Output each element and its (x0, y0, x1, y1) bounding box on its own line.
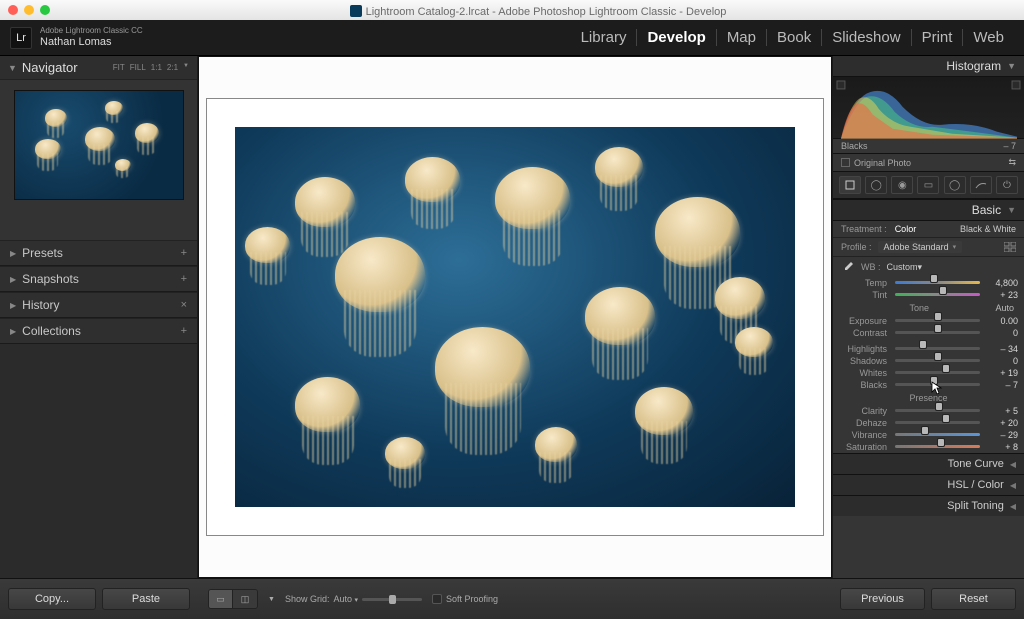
split-toning-section[interactable]: Split Toning◀ (833, 495, 1024, 516)
grid-controls: Show Grid: Auto ▾ (285, 594, 422, 604)
navigator-zoom-options: FIT FILL 1:1 2:1 ▼ (113, 63, 189, 72)
module-develop[interactable]: Develop (637, 29, 716, 46)
presets-section[interactable]: ▶Presets+ (0, 240, 197, 266)
redeye-tool[interactable]: ◉ (891, 176, 913, 194)
clarity-slider[interactable] (895, 405, 980, 416)
app-header: Lr Adobe Lightroom Classic CC Nathan Lom… (0, 20, 1024, 56)
navigator-header[interactable]: ▼ Navigator FIT FILL 1:1 2:1 ▼ (0, 56, 197, 80)
brush-tool[interactable] (970, 176, 992, 194)
chevron-left-icon: ◀ (1010, 502, 1016, 511)
treatment-color[interactable]: Color (895, 224, 917, 234)
swap-icon[interactable]: ⇆ (1008, 157, 1016, 168)
tint-slider[interactable] (895, 289, 980, 300)
radial-filter-tool[interactable]: ◯ (944, 176, 966, 194)
histogram[interactable] (833, 77, 1024, 139)
chevron-left-icon: ◀ (1010, 481, 1016, 490)
spot-removal-tool[interactable]: ◯ (865, 176, 887, 194)
tone-subhead: ToneAuto (833, 301, 1024, 315)
panel-switch[interactable]: ⏻ (996, 176, 1018, 194)
soft-proofing-toggle[interactable]: Soft Proofing (432, 594, 498, 604)
before-after-view-button[interactable]: ◫ (233, 590, 257, 608)
basic-panel-header[interactable]: Basic▼ (833, 199, 1024, 221)
module-map[interactable]: Map (717, 29, 767, 46)
zoom-2to1[interactable]: 2:1 (167, 63, 178, 72)
chevron-down-icon[interactable]: ▼ (183, 63, 189, 72)
blacks-slider[interactable] (895, 379, 980, 390)
close-window-button[interactable] (8, 5, 18, 15)
minimize-window-button[interactable] (24, 5, 34, 15)
zoom-1to1[interactable]: 1:1 (151, 63, 162, 72)
lightroom-logo: Lr (10, 27, 32, 49)
photo-preview[interactable] (235, 127, 795, 507)
module-picker: Library Develop Map Book Slideshow Print… (571, 29, 1014, 46)
profile-row: Profile : Adobe Standard▾ (833, 238, 1024, 257)
dehaze-slider[interactable] (895, 417, 980, 428)
shadows-slider[interactable] (895, 355, 980, 366)
clear-history-button[interactable]: × (181, 299, 187, 311)
auto-tone-button[interactable]: Auto (995, 303, 1014, 313)
original-photo-row[interactable]: Original Photo ⇆ (833, 154, 1024, 172)
mac-titlebar: Lightroom Catalog-2.lrcat - Adobe Photos… (0, 0, 1024, 20)
history-section[interactable]: ▶History× (0, 292, 197, 318)
zoom-fill[interactable]: FILL (130, 63, 146, 72)
eyedropper-icon[interactable] (841, 260, 855, 274)
before-after-icon (841, 158, 850, 167)
add-preset-button[interactable]: + (181, 247, 187, 259)
histogram-header[interactable]: Histogram▼ (833, 56, 1024, 77)
wb-dropdown[interactable]: Custom▾ (887, 262, 923, 273)
view-mode-toggle: ▭ ◫ (208, 589, 258, 609)
profile-dropdown[interactable]: Adobe Standard▾ (878, 241, 963, 253)
graduated-filter-tool[interactable]: ▭ (917, 176, 939, 194)
treatment-bw[interactable]: Black & White (960, 224, 1016, 234)
temp-slider-row: Temp 4,800 (833, 277, 1024, 289)
white-balance-row: WB : Custom▾ (833, 257, 1024, 277)
paste-button[interactable]: Paste (102, 588, 190, 610)
histogram-readout: Blacks– 7 (833, 139, 1024, 154)
reset-button[interactable]: Reset (931, 588, 1016, 610)
module-slideshow[interactable]: Slideshow (822, 29, 911, 46)
navigator-thumbnail[interactable] (14, 90, 184, 200)
canvas[interactable] (198, 56, 832, 578)
tool-strip: ◯ ◉ ▭ ◯ ⏻ (833, 172, 1024, 199)
grid-opacity-slider[interactable] (362, 598, 422, 601)
module-print[interactable]: Print (912, 29, 964, 46)
loupe-view-button[interactable]: ▭ (209, 590, 233, 608)
treatment-row: Treatment : Color Black & White (833, 221, 1024, 238)
checkbox-icon (432, 594, 442, 604)
navigator-title: Navigator (22, 60, 78, 75)
maximize-window-button[interactable] (40, 5, 50, 15)
contrast-slider[interactable] (895, 327, 980, 338)
profile-browser-icon[interactable] (1004, 242, 1016, 252)
tint-slider-row: Tint + 23 (833, 289, 1024, 301)
identity-plate: Adobe Lightroom Classic CC Nathan Lomas (40, 27, 143, 48)
collections-section[interactable]: ▶Collections+ (0, 318, 197, 344)
photo-mat (207, 99, 823, 535)
snapshots-section[interactable]: ▶Snapshots+ (0, 266, 197, 292)
copy-button[interactable]: Copy... (8, 588, 96, 610)
hsl-color-section[interactable]: HSL / Color◀ (833, 474, 1024, 495)
chevron-down-icon: ▼ (8, 63, 17, 73)
add-collection-button[interactable]: + (181, 325, 187, 337)
chevron-down-icon[interactable]: ▼ (268, 596, 275, 603)
tone-curve-section[interactable]: Tone Curve◀ (833, 453, 1024, 474)
crop-tool[interactable] (839, 176, 861, 194)
module-library[interactable]: Library (571, 29, 638, 46)
chevron-left-icon: ◀ (1010, 460, 1016, 469)
right-panel: Histogram▼ Blacks– 7 Original Photo ⇆ ◯ … (832, 56, 1024, 578)
window-title: Lightroom Catalog-2.lrcat - Adobe Photos… (60, 3, 1016, 18)
grid-mode-dropdown[interactable]: Auto ▾ (333, 594, 358, 604)
chevron-down-icon: ▼ (1007, 61, 1016, 71)
chevron-down-icon: ▼ (1007, 205, 1016, 215)
saturation-slider[interactable] (895, 441, 980, 452)
left-panel: ▼ Navigator FIT FILL 1:1 2:1 ▼ ▶Presets+… (0, 56, 198, 578)
temp-slider[interactable] (895, 277, 980, 288)
module-book[interactable]: Book (767, 29, 822, 46)
module-web[interactable]: Web (963, 29, 1014, 46)
zoom-fit[interactable]: FIT (113, 63, 125, 72)
add-snapshot-button[interactable]: + (181, 273, 187, 285)
window-controls (8, 5, 50, 15)
bottom-toolbar: Copy... Paste ▭ ◫ ▼ Show Grid: Auto ▾ So… (0, 578, 1024, 619)
previous-button[interactable]: Previous (840, 588, 925, 610)
presence-subhead: Presence (833, 391, 1024, 405)
